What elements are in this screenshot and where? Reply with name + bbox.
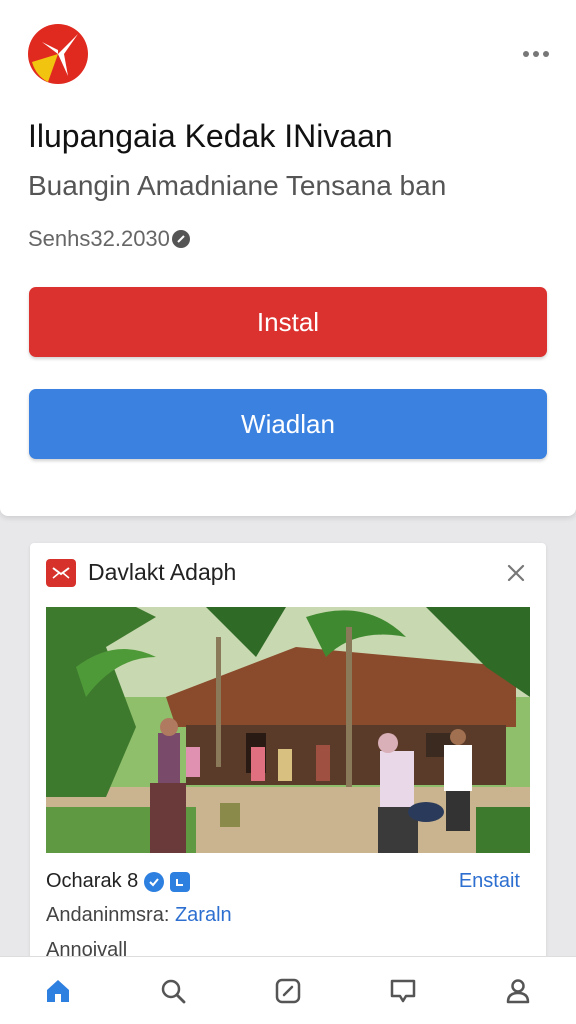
verified-check-icon	[144, 871, 165, 892]
profile-icon	[507, 978, 530, 1003]
info-badge-icon	[171, 230, 190, 248]
home-icon	[46, 979, 69, 1002]
ad-description-link[interactable]: Zaraln	[175, 904, 232, 926]
nav-search[interactable]	[143, 961, 203, 1021]
nav-messages[interactable]	[373, 961, 433, 1021]
app-subtitle: Buangin Amadniane Tensana ban	[28, 170, 447, 201]
install-button[interactable]: Instal	[29, 287, 547, 357]
ad-brand-icon	[46, 559, 76, 587]
link-badge-icon	[170, 871, 191, 892]
sponsored-card[interactable]: Davlakt Adaph Ocharak 8 Enstait Andaninm…	[30, 543, 546, 963]
search-icon	[161, 979, 186, 1003]
app-title: Ilupangaia Kedak INivaan	[28, 118, 393, 154]
nav-profile[interactable]	[488, 961, 548, 1021]
author-name: Ocharak 8	[46, 870, 139, 892]
ad-action-link[interactable]: Enstait	[420, 870, 520, 893]
messages-icon	[390, 979, 416, 1002]
village-photo[interactable]	[46, 607, 530, 853]
app-meta-text: Senhs32.2030	[28, 226, 170, 251]
nav-home[interactable]	[28, 961, 88, 1021]
more-options-icon[interactable]	[516, 40, 556, 68]
nav-compose[interactable]	[258, 961, 318, 1021]
ad-brand-name: Davlakt Adaph	[88, 559, 237, 585]
close-icon[interactable]	[500, 557, 532, 589]
app-meta: Senhs32.2030	[28, 226, 190, 252]
ad-description: Andaninmsra: Zaraln	[46, 904, 232, 927]
bottom-navigation	[0, 956, 576, 1024]
ad-description-text: Andaninmsra:	[46, 904, 175, 926]
secondary-action-button[interactable]: Wiadlan	[29, 389, 547, 459]
app-header-card: Ilupangaia Kedak INivaan Buangin Amadnia…	[0, 0, 576, 516]
compose-icon	[275, 978, 301, 1003]
app-logo-icon	[28, 24, 88, 84]
ad-author[interactable]: Ocharak 8	[46, 870, 191, 893]
